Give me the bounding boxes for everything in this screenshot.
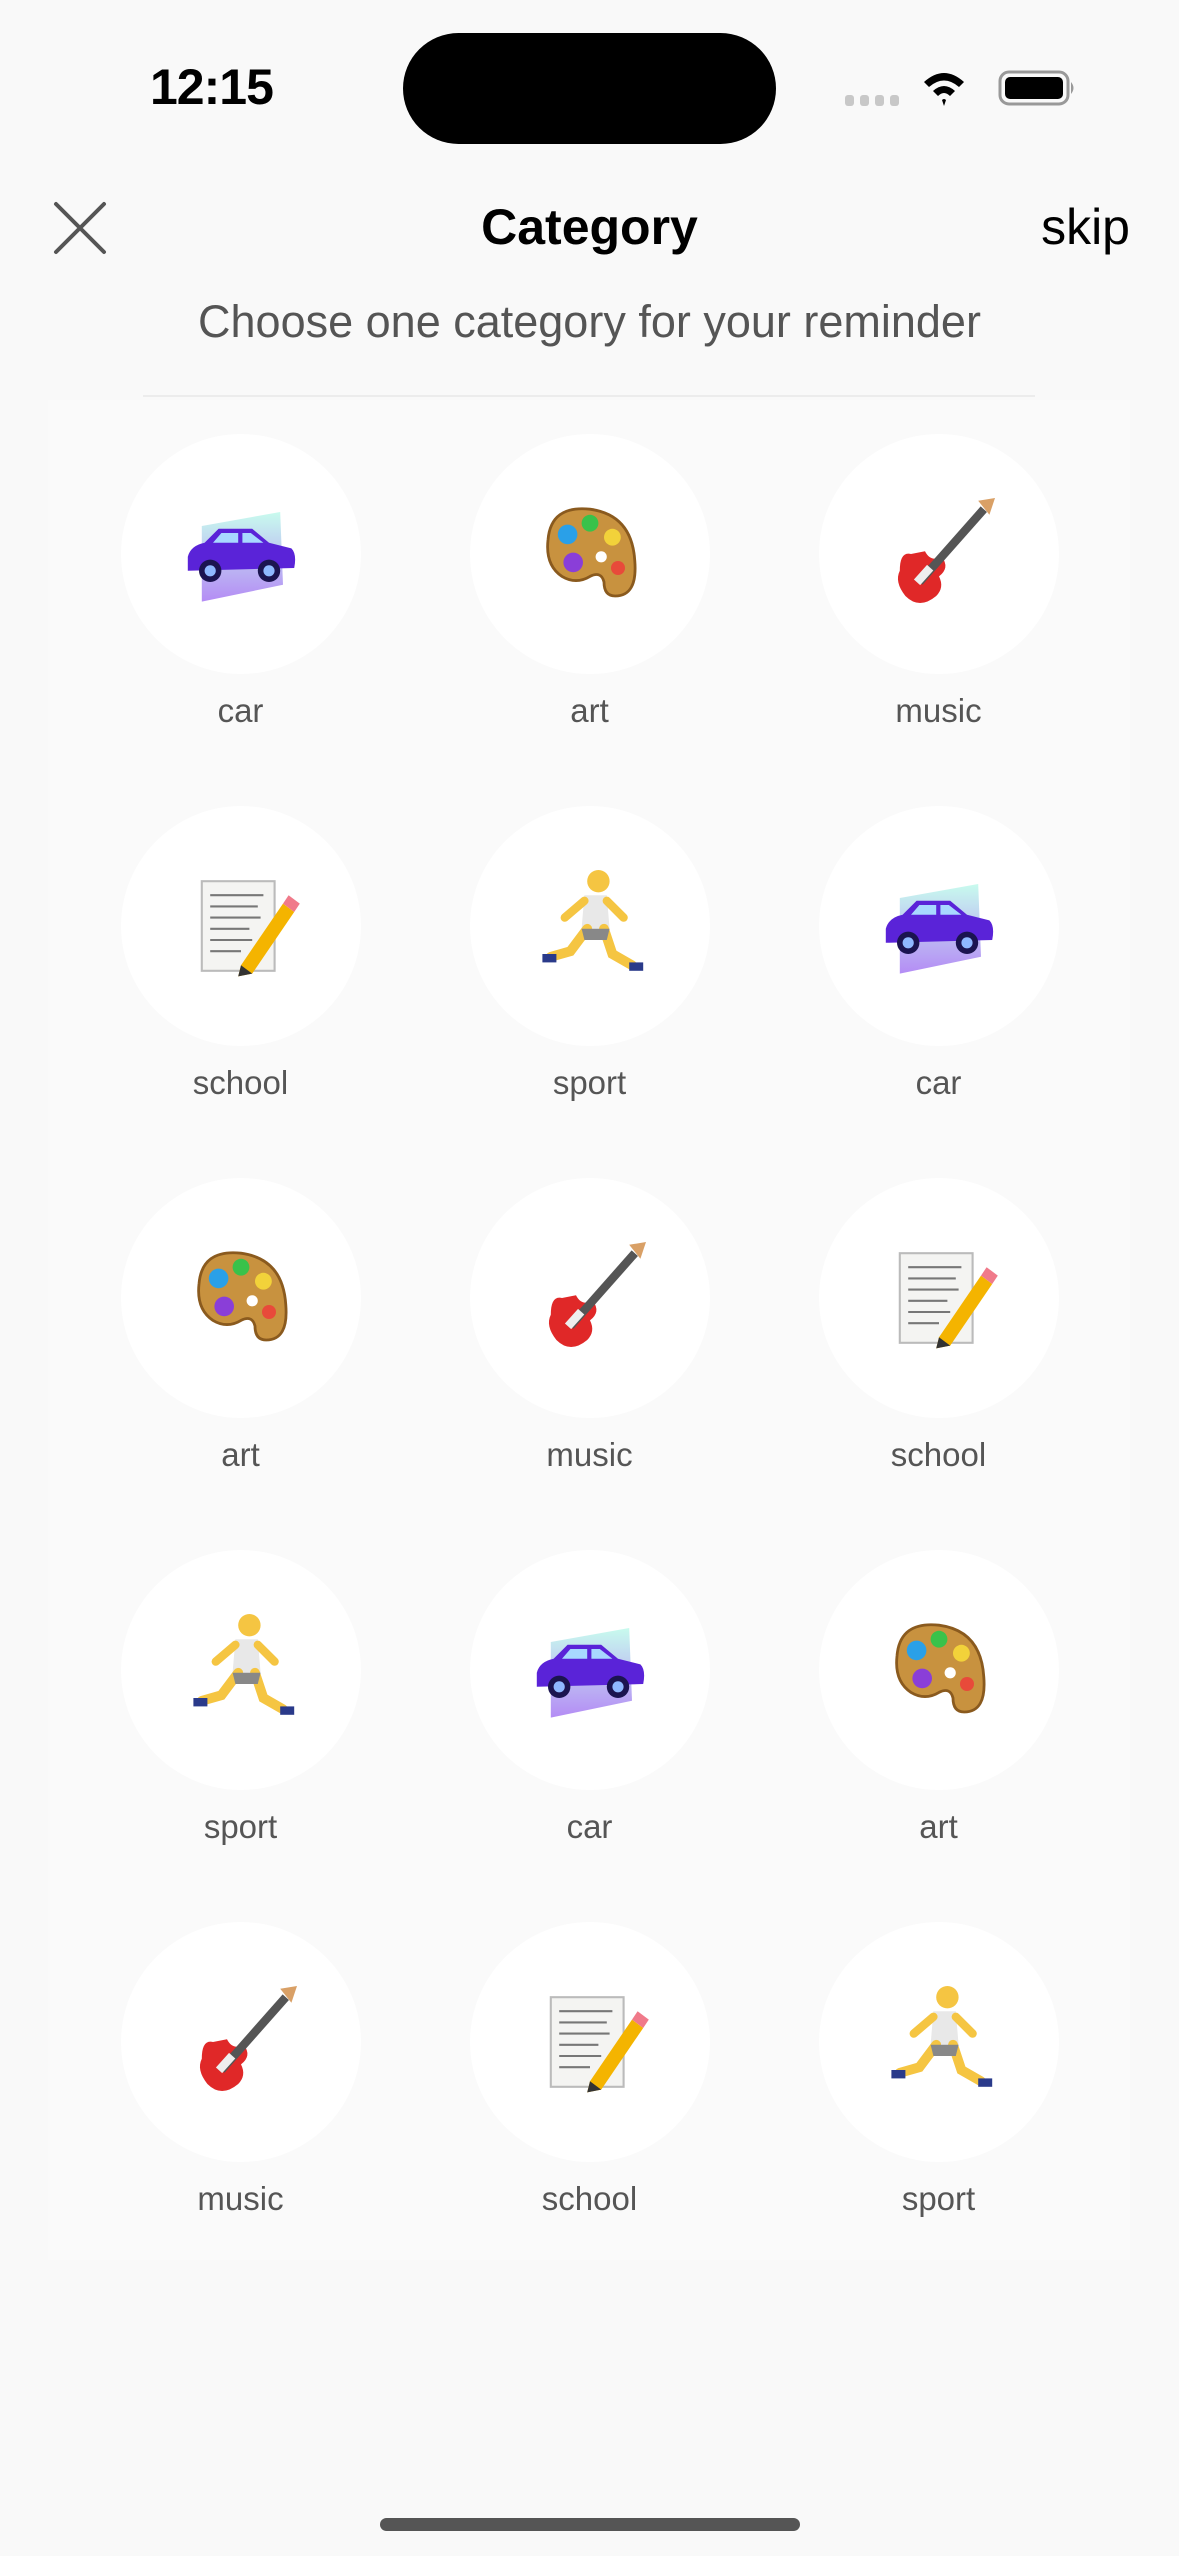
category-label: car	[566, 1808, 613, 1845]
dynamic-island	[403, 33, 776, 144]
art-icon	[869, 1600, 1009, 1740]
category-label: school	[192, 1064, 289, 1101]
category-grid: car art music school sport car art music school s…	[0, 434, 1179, 2294]
category-label: sport	[203, 1808, 278, 1845]
category-circle[interactable]	[120, 1550, 361, 1790]
category-item-sport[interactable]: sport	[415, 806, 764, 1178]
category-circle[interactable]	[469, 1550, 710, 1790]
sport-icon	[171, 1600, 311, 1740]
wifi-icon	[924, 73, 964, 106]
art-icon	[171, 1228, 311, 1368]
sport-icon	[869, 1972, 1009, 2112]
category-item-sport[interactable]: sport	[66, 1550, 415, 1922]
category-item-school[interactable]: school	[764, 1178, 1113, 1550]
car-icon	[171, 484, 311, 624]
category-item-school[interactable]: school	[415, 1922, 764, 2294]
category-circle[interactable]	[469, 806, 710, 1046]
category-label: school	[890, 1436, 987, 1473]
category-label: music	[546, 1436, 633, 1473]
category-label: art	[221, 1436, 260, 1473]
category-circle[interactable]	[120, 1178, 361, 1418]
category-item-car[interactable]: car	[764, 806, 1113, 1178]
status-time: 12:15	[150, 59, 274, 115]
category-item-music[interactable]: music	[764, 434, 1113, 806]
divider	[143, 395, 1035, 397]
home-indicator[interactable]	[380, 2518, 800, 2531]
category-item-music[interactable]: music	[66, 1922, 415, 2294]
category-label: car	[915, 1064, 962, 1101]
category-circle[interactable]	[469, 1178, 710, 1418]
category-item-car[interactable]: car	[66, 434, 415, 806]
category-item-art[interactable]: art	[66, 1178, 415, 1550]
category-label: sport	[552, 1064, 627, 1101]
category-circle[interactable]	[469, 1922, 710, 2162]
category-label: art	[919, 1808, 958, 1845]
category-item-art[interactable]: art	[764, 1550, 1113, 1922]
cellular-signal-icon	[845, 95, 899, 106]
category-label: art	[570, 692, 609, 729]
car-icon	[869, 856, 1009, 996]
school-icon	[171, 856, 311, 996]
category-circle[interactable]	[469, 434, 710, 674]
category-item-car[interactable]: car	[415, 1550, 764, 1922]
school-icon	[869, 1228, 1009, 1368]
page-subtitle: Choose one category for your reminder	[198, 296, 981, 347]
category-label: music	[895, 692, 982, 729]
category-label: school	[541, 2180, 638, 2217]
music-icon	[520, 1228, 660, 1368]
battery-icon	[998, 70, 1074, 106]
page-title: Category	[481, 199, 698, 255]
car-icon	[520, 1600, 660, 1740]
category-label: car	[217, 692, 264, 729]
sport-icon	[520, 856, 660, 996]
skip-button[interactable]: skip	[1041, 198, 1130, 256]
art-icon	[520, 484, 660, 624]
category-item-art[interactable]: art	[415, 434, 764, 806]
category-label: sport	[901, 2180, 976, 2217]
category-circle[interactable]	[120, 806, 361, 1046]
category-circle[interactable]	[818, 806, 1059, 1046]
category-label: music	[197, 2180, 284, 2217]
category-circle[interactable]	[818, 1550, 1059, 1790]
category-circle[interactable]	[818, 434, 1059, 674]
category-item-music[interactable]: music	[415, 1178, 764, 1550]
music-icon	[171, 1972, 311, 2112]
category-circle[interactable]	[120, 1922, 361, 2162]
category-circle[interactable]	[120, 434, 361, 674]
category-item-school[interactable]: school	[66, 806, 415, 1178]
school-icon	[520, 1972, 660, 2112]
category-circle[interactable]	[818, 1178, 1059, 1418]
music-icon	[869, 484, 1009, 624]
category-circle[interactable]	[818, 1922, 1059, 2162]
category-item-sport[interactable]: sport	[764, 1922, 1113, 2294]
